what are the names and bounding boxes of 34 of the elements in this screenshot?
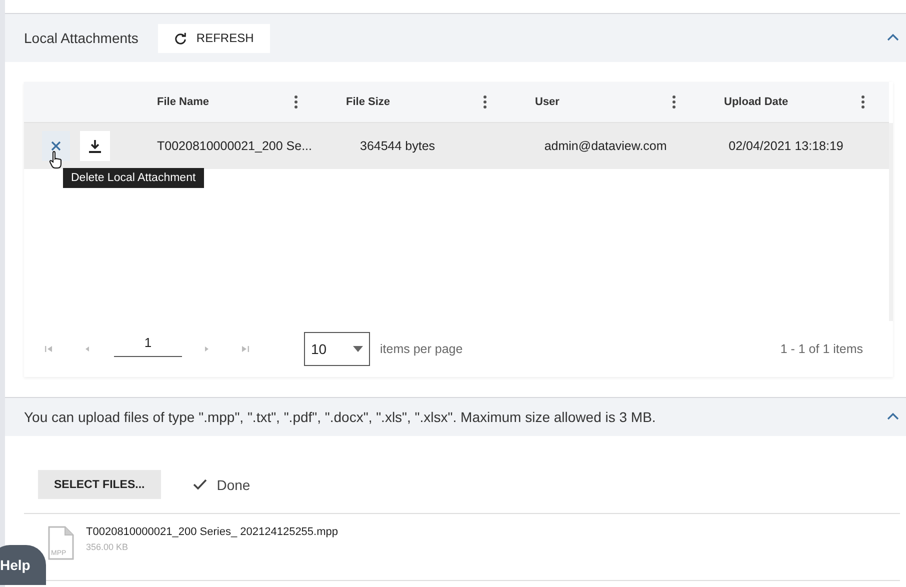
column-header[interactable]: File Name — [157, 96, 209, 108]
dropdown-arrow-icon — [353, 346, 363, 352]
column-menu-icon[interactable] — [672, 95, 676, 109]
hand-cursor-icon — [49, 151, 63, 169]
column-header[interactable]: User — [535, 96, 560, 108]
table-cell-text: T0020810000021_200 Se... — [156, 139, 313, 153]
help-button[interactable]: Help — [0, 545, 46, 585]
refresh-button[interactable]: REFRESH — [158, 24, 270, 52]
pager-summary: 1 - 1 of 1 items — [780, 342, 863, 356]
panel-title: Local Attachments — [24, 30, 138, 46]
page-input[interactable]: 1 — [114, 331, 182, 357]
column-menu-icon[interactable] — [294, 95, 298, 109]
column-menu-icon[interactable] — [861, 95, 865, 109]
upload-status: Done — [216, 476, 250, 492]
page-size-dropdown[interactable]: 10 — [304, 332, 370, 366]
close-icon — [51, 141, 61, 151]
file-size: 356.00 KB — [86, 542, 130, 552]
page-size-label: items per page — [380, 342, 463, 356]
download-button[interactable] — [80, 131, 110, 161]
refresh-icon — [174, 32, 188, 44]
download-icon — [89, 139, 101, 153]
check-icon — [192, 479, 207, 490]
select-files-button[interactable]: SELECT FILES... — [38, 470, 161, 499]
document-icon — [48, 526, 74, 560]
delete-button[interactable] — [42, 131, 70, 161]
table-cell-text: admin@dataview.com — [543, 139, 668, 153]
tooltip: Delete Local Attachment — [63, 168, 204, 188]
column-menu-icon[interactable] — [483, 95, 487, 109]
file-name: T0020810000021_200 Series_ 202124125255.mpp — [86, 526, 338, 538]
column-header[interactable]: File Size — [346, 96, 390, 108]
table-cell-text: 364544 bytes — [359, 139, 436, 153]
table-cell-text: 02/04/2021 13:18:19 — [728, 139, 844, 153]
upload-info-text: You can upload files of type ".mpp", ".txt", ".pdf", ".docx", ".xls", ".xlsx". Maximum size allowed is 3 MB. — [24, 409, 656, 425]
column-header[interactable]: Upload Date — [724, 96, 788, 108]
